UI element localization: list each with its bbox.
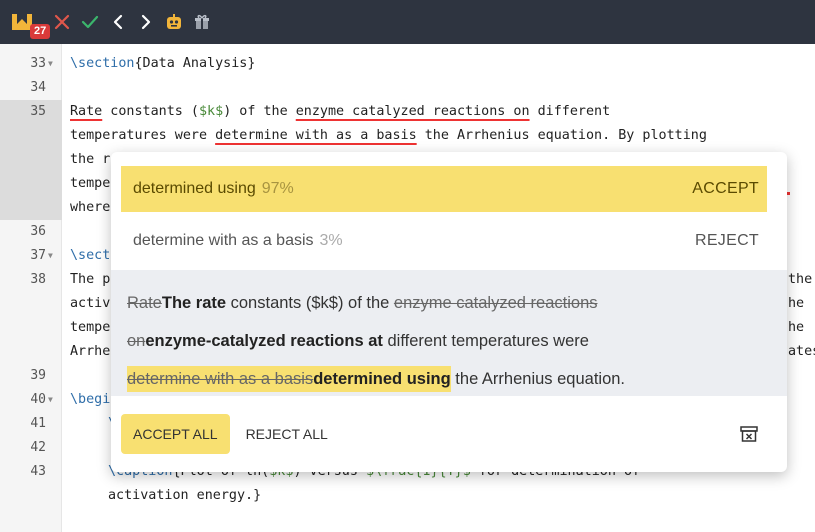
robot-icon bbox=[167, 14, 181, 29]
suggestion-accept-row[interactable]: determined using 97% ACCEPT bbox=[121, 166, 767, 212]
text-span: the Arrhenius equation. By plotting bbox=[416, 128, 707, 143]
line-number: 38 bbox=[30, 272, 46, 287]
code-line-35-wrap: tempe bbox=[70, 176, 111, 191]
fold-arrow-icon[interactable]: ▼ bbox=[48, 52, 53, 76]
latex-arg: {Data Analysis} bbox=[134, 56, 256, 71]
archive-icon bbox=[740, 426, 758, 442]
code-line-38-wrap: Arrhe bbox=[70, 344, 111, 359]
suggestion-text-wrap: determined using 97% bbox=[133, 180, 294, 198]
line-number: 34 bbox=[30, 80, 46, 95]
code-line-38-right: the bbox=[788, 272, 813, 287]
suggestion-reject-row[interactable]: determine with as a basis 3% REJECT bbox=[121, 218, 767, 264]
deleted-text: enzyme catalyzed reactions bbox=[393, 294, 598, 312]
reject-all-button[interactable]: REJECT ALL bbox=[240, 414, 334, 454]
math-span: $k$ bbox=[199, 104, 224, 119]
code-line-35-wrap: the r bbox=[70, 152, 111, 167]
flagged-phrase[interactable]: determine with as a basis bbox=[215, 128, 417, 143]
fold-arrow-icon[interactable]: ▼ bbox=[48, 244, 53, 268]
text-span: temperatures were bbox=[70, 128, 216, 143]
gift-icon bbox=[195, 14, 209, 29]
code-line-33: \section{Data Analysis} bbox=[70, 52, 255, 76]
code-line-35: Rate constants ($k$) of the enzyme catal… bbox=[70, 100, 610, 124]
change-preview: RateThe rate constants ($k$) of the enzy… bbox=[111, 270, 787, 396]
check-icon bbox=[81, 15, 99, 29]
close-icon bbox=[54, 14, 70, 30]
line-number: 33 bbox=[30, 56, 46, 71]
robot-button[interactable] bbox=[160, 6, 188, 38]
popup-actions: ACCEPT ALL REJECT ALL bbox=[111, 396, 787, 472]
preview-line: determine with as a basisdetermined usin… bbox=[127, 360, 771, 398]
text-span: ) of the bbox=[223, 104, 296, 119]
next-button[interactable] bbox=[132, 6, 160, 38]
inserted-text: The rate bbox=[161, 294, 227, 312]
code-line-38-right: he bbox=[788, 320, 805, 335]
deleted-text: on bbox=[127, 332, 146, 350]
text-span: constants ( bbox=[102, 104, 199, 119]
line-number: 37 bbox=[30, 248, 46, 263]
accept-all-button[interactable]: ACCEPT ALL bbox=[121, 414, 230, 454]
code-line-43-wrap: activation energy.} bbox=[108, 488, 262, 503]
code-line-38-right: he bbox=[788, 296, 805, 311]
suggestion-text: determine with as a basis bbox=[133, 232, 314, 249]
flagged-phrase[interactable]: enzyme catalyzed reactions on bbox=[296, 104, 530, 119]
suggestion-confidence: 3% bbox=[319, 232, 343, 249]
code-line-40: \begi bbox=[70, 392, 111, 407]
suggestion-popup: determined using 97% ACCEPT determine wit… bbox=[111, 152, 787, 472]
code-line-37: \sect bbox=[70, 248, 111, 263]
flagged-word[interactable]: Rate bbox=[70, 104, 102, 119]
fold-arrow-icon[interactable]: ▼ bbox=[48, 388, 53, 412]
code-line-38-wrap: tempe bbox=[70, 320, 111, 335]
suggestion-confidence: 97% bbox=[261, 180, 294, 197]
code-line-38-wrap: activ bbox=[70, 296, 111, 311]
reject-button[interactable]: REJECT bbox=[695, 232, 759, 250]
line-number: 36 bbox=[30, 224, 46, 239]
chevron-left-icon bbox=[113, 14, 123, 30]
code-line-35-wrap: where bbox=[70, 200, 111, 215]
suggestion-text-wrap: determine with as a basis 3% bbox=[133, 232, 343, 250]
inserted-text: determined using bbox=[313, 370, 451, 388]
latex-command: \section bbox=[70, 56, 135, 71]
deleted-text: Rate bbox=[127, 294, 162, 312]
preview-text: the Arrhenius equation. bbox=[450, 370, 626, 388]
notification-badge: 27 bbox=[30, 24, 51, 39]
line-number: 43 bbox=[30, 464, 46, 479]
line-number: 35 bbox=[30, 104, 46, 119]
suggestion-text: determined using bbox=[133, 180, 256, 197]
gift-button[interactable] bbox=[188, 6, 216, 38]
code-line-35-wrap: temperatures were determine with as a ba… bbox=[70, 124, 707, 148]
check-button[interactable] bbox=[76, 6, 104, 38]
toolbar: 27 bbox=[0, 0, 815, 44]
previous-button[interactable] bbox=[104, 6, 132, 38]
highlighted-change: determine with as a basisdetermined usin… bbox=[127, 366, 451, 392]
dismiss-button[interactable] bbox=[739, 424, 759, 449]
app-logo[interactable]: 27 bbox=[0, 0, 51, 44]
inserted-text: enzyme-catalyzed reactions at bbox=[145, 332, 383, 350]
text-span: different bbox=[529, 104, 611, 119]
line-number: 42 bbox=[30, 440, 46, 455]
deleted-text: determine with as a basis bbox=[127, 370, 314, 388]
preview-line: RateThe rate constants ($k$) of the enzy… bbox=[127, 284, 771, 322]
preview-text: constants ($k$) of the bbox=[226, 294, 394, 312]
preview-text: different temperatures were bbox=[382, 332, 589, 350]
chevron-right-icon bbox=[141, 14, 151, 30]
accept-button[interactable]: ACCEPT bbox=[692, 180, 759, 198]
code-line-38-right: ates bbox=[788, 344, 815, 359]
line-number: 39 bbox=[30, 368, 46, 383]
line-number: 41 bbox=[30, 416, 46, 431]
line-number: 40 bbox=[30, 392, 46, 407]
close-button[interactable] bbox=[48, 6, 76, 38]
preview-line: onenzyme-catalyzed reactions at differen… bbox=[127, 322, 771, 360]
code-line-38: The p bbox=[70, 272, 111, 287]
